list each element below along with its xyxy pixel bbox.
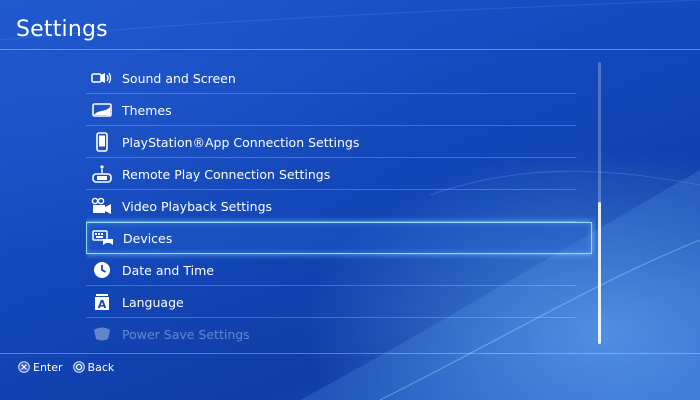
menu-item-label: PlayStation®App Connection Settings [122, 134, 360, 150]
header-divider [0, 49, 700, 50]
menu-item-label: Power Save Settings [122, 326, 250, 342]
menu-item-label: Video Playback Settings [122, 198, 273, 214]
menu-item-label: Remote Play Connection Settings [122, 166, 331, 182]
header: Settings [0, 0, 700, 50]
menu-item-date-and-time[interactable]: Date and Time [86, 254, 576, 286]
menu-item-label: Language [122, 294, 184, 310]
menu-item-label: Themes [122, 102, 172, 118]
svg-text:A: A [98, 298, 107, 311]
page-title: Settings [16, 17, 108, 42]
cross-button-icon [18, 361, 30, 373]
menu-item-playstation-app-connection[interactable]: PlayStation®App Connection Settings [86, 126, 576, 158]
menu-item-devices[interactable]: Devices [86, 222, 592, 254]
back-hint: Back [72, 360, 115, 374]
enter-hint: Enter [18, 361, 63, 374]
speaker-screen-icon [91, 67, 113, 89]
menu-item-remote-play-connection[interactable]: Remote Play Connection Settings [86, 158, 576, 190]
remote-play-icon [91, 163, 113, 185]
power-save-icon [91, 323, 113, 345]
menu-item-themes[interactable]: Themes [86, 94, 576, 126]
themes-icon [91, 99, 113, 121]
menu-item-power-save[interactable]: Power Save Settings [86, 318, 576, 347]
menu-item-sound-and-screen[interactable]: Sound and Screen [86, 62, 576, 94]
back-label: Back [87, 360, 115, 374]
menu-item-label: Devices [123, 230, 173, 246]
menu-item-label: Date and Time [122, 262, 214, 278]
menu-item-video-playback[interactable]: Video Playback Settings [86, 190, 576, 222]
footer-divider [0, 353, 700, 354]
scrollbar-thumb[interactable] [598, 202, 601, 344]
controller-hints: Enter Back [18, 359, 124, 375]
devices-icon [92, 227, 114, 249]
menu-item-language[interactable]: A Language [86, 286, 576, 318]
clock-icon [91, 259, 113, 281]
circle-button-icon [72, 361, 85, 373]
menu-scrollbar[interactable] [598, 62, 601, 344]
language-icon: A [91, 291, 113, 313]
settings-menu: Sound and Screen Themes PlayStation®App … [86, 62, 596, 347]
video-playback-icon [91, 195, 113, 217]
enter-label: Enter [33, 360, 63, 374]
smartphone-icon [91, 131, 113, 153]
menu-item-label: Sound and Screen [122, 70, 236, 86]
